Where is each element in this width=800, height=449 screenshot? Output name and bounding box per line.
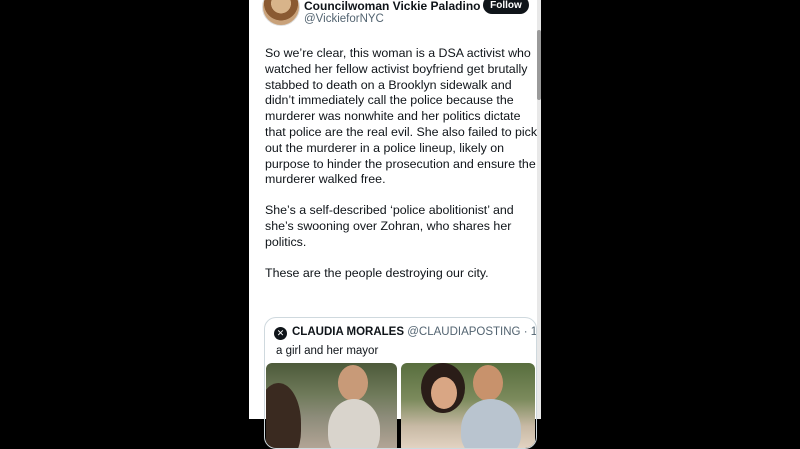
author-name-row: Councilwoman Vickie Paladino — [304, 0, 498, 13]
quote-avatar: ✕ — [274, 327, 287, 340]
quoted-tweet[interactable]: ✕ CLAUDIA MORALES @CLAUDIAPOSTING · 1d a… — [264, 317, 537, 449]
quote-photo-2[interactable] — [401, 363, 535, 448]
photo-person — [328, 399, 380, 448]
tweet-paragraph: So we’re clear, this woman is a DSA acti… — [265, 46, 538, 187]
author-name[interactable]: Councilwoman Vickie Paladino — [304, 0, 481, 13]
photo-person — [473, 365, 503, 401]
photo-person — [461, 399, 521, 448]
follow-button[interactable]: Follow — [483, 0, 529, 14]
photo-person — [266, 383, 301, 448]
author-handle[interactable]: @VickieforNYC — [304, 13, 384, 25]
tweet-paragraph: These are the people destroying our city… — [265, 265, 489, 280]
tweet-text: So we’re clear, this woman is a DSA acti… — [265, 46, 540, 296]
quote-author-name: CLAUDIA MORALES — [292, 326, 405, 338]
quote-photo-1[interactable] — [266, 363, 397, 448]
quote-author-meta: @CLAUDIAPOSTING · 1d — [407, 326, 537, 338]
photo-person — [431, 377, 457, 409]
quote-header: CLAUDIA MORALES @CLAUDIAPOSTING · 1d — [292, 326, 537, 338]
tweet-paragraph: She’s a self-described ‘police abolition… — [265, 203, 514, 249]
photo-person — [338, 365, 368, 401]
quote-text: a girl and her mayor — [276, 345, 379, 357]
